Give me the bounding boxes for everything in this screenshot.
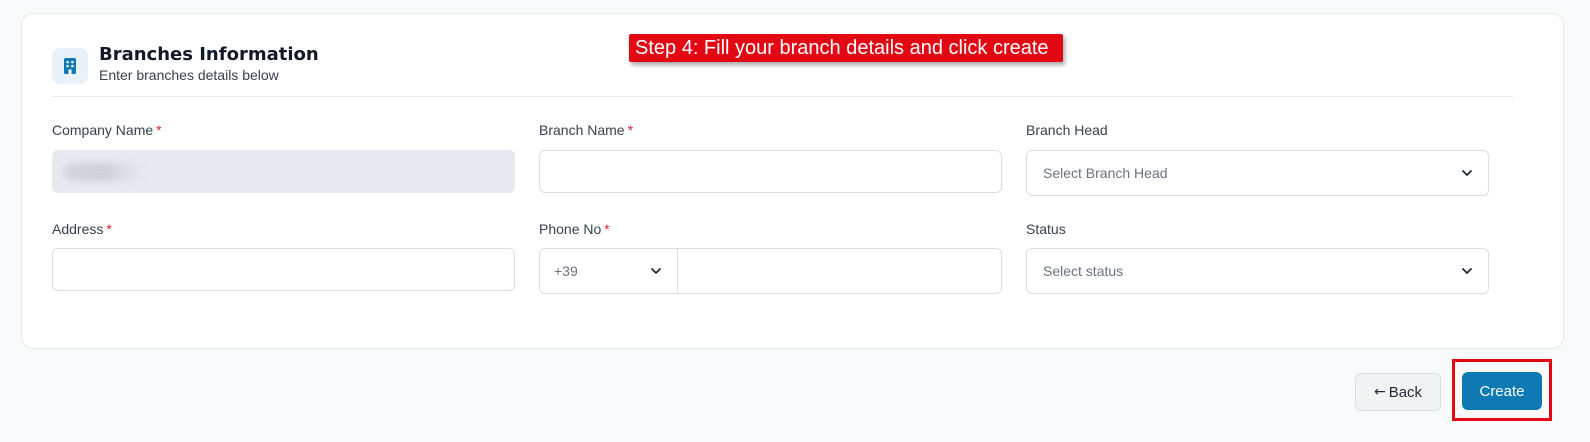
section-title: Branches Information <box>99 44 319 65</box>
status-label: Status <box>1026 221 1066 237</box>
branch-head-placeholder: Select Branch Head <box>1043 165 1168 181</box>
phone-field-group: +39 <box>539 248 1002 294</box>
country-code-value: +39 <box>554 263 578 279</box>
chevron-down-icon <box>651 268 661 274</box>
status-select[interactable]: Select status <box>1026 248 1489 294</box>
phone-label-text: Phone No <box>539 221 602 237</box>
country-code-select[interactable]: +39 <box>540 249 678 293</box>
branch-name-label: Branch Name * <box>539 122 633 138</box>
address-input[interactable] <box>52 248 515 291</box>
redacted-company-value <box>63 163 143 181</box>
status-placeholder: Select status <box>1043 263 1124 279</box>
chevron-down-icon <box>1462 268 1472 274</box>
branch-name-input[interactable] <box>539 150 1002 193</box>
branch-head-label: Branch Head <box>1026 122 1108 138</box>
branches-info-card: Branches Information Enter branches deta… <box>21 13 1564 349</box>
required-mark: * <box>106 221 112 237</box>
building-icon <box>52 48 88 84</box>
required-mark: * <box>627 122 634 138</box>
arrow-left-icon: ← <box>1373 384 1386 400</box>
step-callout: Step 4: Fill your branch details and cli… <box>629 34 1063 62</box>
address-label-text: Address <box>52 221 104 237</box>
phone-number-input[interactable] <box>678 249 1001 293</box>
branch-name-label-text: Branch Name <box>539 122 625 138</box>
chevron-down-icon <box>1462 170 1472 176</box>
required-mark: * <box>604 221 610 237</box>
company-name-input[interactable] <box>52 150 515 193</box>
branch-head-select[interactable]: Select Branch Head <box>1026 150 1489 196</box>
address-label: Address * <box>52 221 112 237</box>
required-mark: * <box>156 122 162 138</box>
divider <box>52 96 1513 97</box>
create-button[interactable]: Create <box>1462 372 1542 410</box>
section-subtitle: Enter branches details below <box>99 67 279 83</box>
company-name-label: Company Name * <box>52 122 162 138</box>
company-name-label-text: Company Name <box>52 122 154 138</box>
phone-label: Phone No * <box>539 221 610 237</box>
back-button[interactable]: ← Back <box>1355 373 1441 411</box>
back-button-label: Back <box>1388 383 1423 401</box>
